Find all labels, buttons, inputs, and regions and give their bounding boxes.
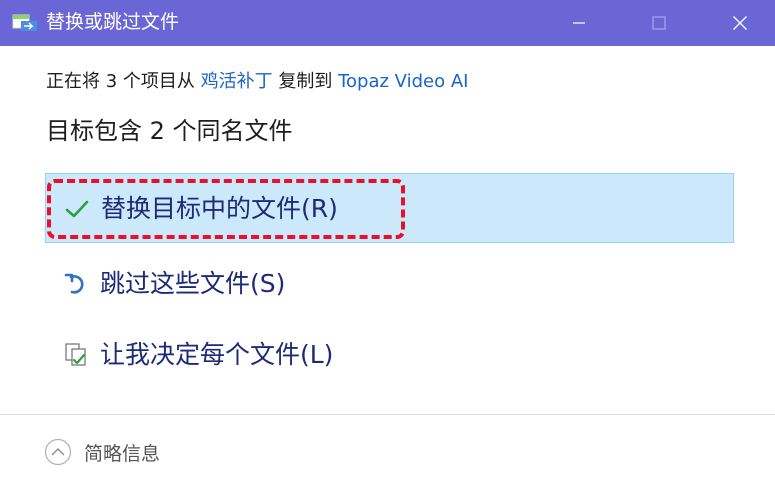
checkmark-icon [65, 200, 89, 218]
fewer-details-label: 简略信息 [84, 442, 161, 465]
copy-status-line: 正在将 3 个项目从 鸡活补丁 复制到 Topaz Video AI [46, 70, 468, 94]
maximize-button [631, 0, 687, 46]
copy-prefix: 正在将 3 个项目从 [46, 71, 195, 92]
undo-arrow-icon [64, 273, 84, 294]
conflict-heading: 目标包含 2 个同名文件 [46, 117, 293, 145]
replace-files-label: 替换目标中的文件(R) [101, 194, 338, 223]
destination-folder-link[interactable]: Topaz Video AI [338, 71, 468, 92]
file-compare-icon [65, 343, 86, 366]
decide-each-file-option[interactable]: 让我决定每个文件(L) [45, 320, 734, 390]
close-icon [733, 16, 747, 30]
replace-files-option[interactable]: 替换目标中的文件(R) [45, 173, 734, 243]
fewer-details-toggle[interactable]: 简略信息 [44, 437, 160, 467]
minimize-button[interactable] [551, 0, 607, 46]
source-folder-link[interactable]: 鸡活补丁 [201, 71, 273, 92]
file-transfer-icon [12, 14, 37, 31]
skip-files-option[interactable]: 跳过这些文件(S) [45, 249, 734, 319]
maximize-icon [652, 16, 666, 30]
copy-middle: 复制到 [278, 71, 333, 92]
chevron-up-icon [44, 438, 72, 466]
close-button[interactable] [712, 0, 768, 46]
window-title: 替换或跳过文件 [46, 11, 180, 33]
skip-files-label: 跳过这些文件(S) [100, 269, 286, 298]
title-bar: 替换或跳过文件 [0, 0, 775, 46]
footer-divider [0, 414, 775, 415]
decide-each-file-label: 让我决定每个文件(L) [100, 340, 334, 369]
minimize-icon [573, 22, 585, 24]
